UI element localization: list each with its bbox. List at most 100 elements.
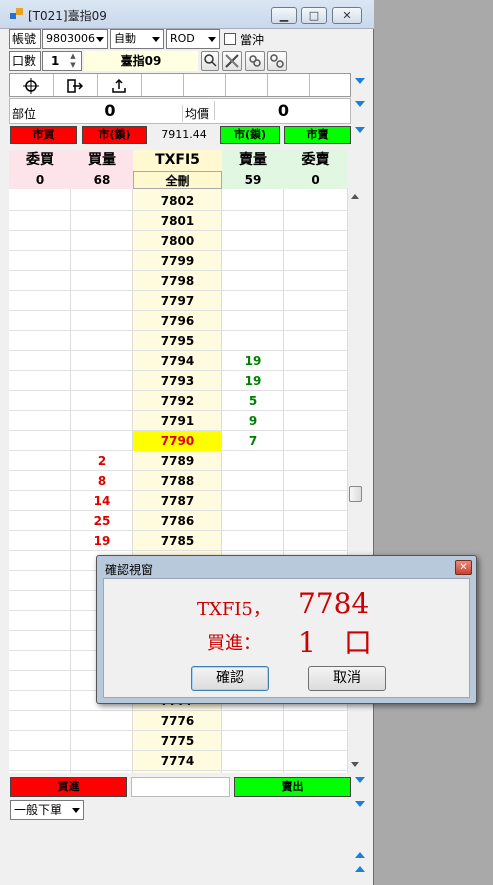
dialog-symbol: TXFI5， bbox=[197, 599, 271, 620]
tool-slot-7[interactable] bbox=[268, 74, 310, 96]
limit-buy-button[interactable]: 市(鎖) bbox=[82, 126, 147, 144]
upload-icon bbox=[112, 78, 126, 93]
cancel-button[interactable]: 取消 bbox=[308, 666, 386, 691]
chevron-down-icon bbox=[152, 37, 160, 42]
collapse-arrow-icon[interactable] bbox=[355, 78, 365, 84]
ladder-row[interactable]: 7791 9 bbox=[9, 411, 347, 431]
ladder-row[interactable]: 7800 bbox=[9, 231, 347, 251]
collapse-arrow-icon[interactable] bbox=[355, 101, 365, 107]
clear-all-button[interactable]: 全刪 bbox=[133, 171, 222, 189]
market-sell-button[interactable]: 市賣 bbox=[284, 126, 351, 144]
search-button[interactable] bbox=[201, 51, 219, 71]
ladder-row[interactable]: 2 7789 bbox=[9, 451, 347, 471]
price-cell[interactable]: 7791 bbox=[133, 411, 222, 431]
scroll-down-icon[interactable] bbox=[351, 762, 359, 767]
chevron-down-icon bbox=[208, 37, 216, 42]
collapse-arrow-icon[interactable] bbox=[355, 777, 365, 783]
ladder-row[interactable]: 19 7785 bbox=[9, 531, 347, 551]
collapse-arrow-icon[interactable] bbox=[355, 801, 365, 807]
price-cell[interactable]: 7793 bbox=[133, 371, 222, 391]
exit-button[interactable] bbox=[54, 74, 98, 96]
ladder-row[interactable]: 7801 bbox=[9, 211, 347, 231]
price-cell[interactable]: 7799 bbox=[133, 251, 222, 271]
price-cell[interactable]: 7802 bbox=[133, 191, 222, 211]
avg-price-value: 0 bbox=[214, 101, 352, 120]
order-kind-select[interactable]: 一般下單 bbox=[10, 800, 84, 820]
expand-arrow-icon[interactable] bbox=[355, 866, 365, 872]
tool-slot-4[interactable] bbox=[142, 74, 184, 96]
ladder-row[interactable]: 7795 bbox=[9, 331, 347, 351]
price-cell[interactable]: 7775 bbox=[133, 731, 222, 751]
ladder-row[interactable]: 25 7786 bbox=[9, 511, 347, 531]
ask-qty-cell: 19 bbox=[244, 374, 262, 388]
account-select[interactable]: 9803006 bbox=[42, 29, 108, 49]
limit-sell-button[interactable]: 市(鎖) bbox=[220, 126, 280, 144]
price-cell[interactable]: 7774 bbox=[133, 751, 222, 771]
tool-slot-6[interactable] bbox=[226, 74, 268, 96]
link-button[interactable] bbox=[245, 51, 265, 71]
daytrade-checkbox[interactable] bbox=[224, 33, 236, 45]
scroll-up-icon[interactable] bbox=[351, 194, 359, 199]
price-cell[interactable]: 7786 bbox=[133, 511, 222, 531]
ladder-row[interactable]: 14 7787 bbox=[9, 491, 347, 511]
bid-qty-cell: 8 bbox=[97, 474, 107, 488]
ladder-row[interactable]: 7794 19 bbox=[9, 351, 347, 371]
upload-button[interactable] bbox=[98, 74, 142, 96]
price-cell[interactable]: 7796 bbox=[133, 311, 222, 331]
ladder-row[interactable]: 8 7788 bbox=[9, 471, 347, 491]
price-cell[interactable]: 7787 bbox=[133, 491, 222, 511]
settings-button[interactable] bbox=[222, 51, 242, 71]
price-cell[interactable]: 7794 bbox=[133, 351, 222, 371]
ladder-row[interactable]: 7802 bbox=[9, 191, 347, 211]
mode-select[interactable]: 自動 bbox=[110, 29, 164, 49]
close-button[interactable]: ✕ bbox=[332, 7, 362, 24]
account-label: 帳號 bbox=[9, 29, 41, 49]
buy-button[interactable]: 買進 bbox=[10, 777, 127, 797]
qty-stepper[interactable]: ▲ ▼ bbox=[66, 52, 80, 70]
price-cell[interactable]: 7785 bbox=[133, 531, 222, 551]
price-input[interactable] bbox=[131, 777, 230, 797]
ladder-row[interactable]: 7797 bbox=[9, 291, 347, 311]
crosshair-button[interactable] bbox=[10, 74, 54, 96]
search-icon bbox=[204, 54, 217, 67]
unlink-button[interactable] bbox=[267, 51, 287, 71]
price-cell[interactable]: 7790 bbox=[133, 431, 222, 451]
ladder-row[interactable]: 7796 bbox=[9, 311, 347, 331]
price-cell[interactable]: 7789 bbox=[133, 451, 222, 471]
dialog-close-button[interactable]: ✕ bbox=[455, 560, 472, 575]
ladder-row[interactable]: 7776 bbox=[9, 711, 347, 731]
ladder-row[interactable]: 7793 19 bbox=[9, 371, 347, 391]
ask-qty-header: 賣量 bbox=[222, 150, 284, 171]
market-buy-button[interactable]: 市買 bbox=[10, 126, 77, 144]
ladder-row[interactable]: 7798 bbox=[9, 271, 347, 291]
minimize-button[interactable]: ▁ bbox=[271, 7, 297, 24]
price-cell[interactable]: 7795 bbox=[133, 331, 222, 351]
product-field[interactable]: 臺指09 bbox=[84, 51, 198, 71]
ladder-row[interactable]: 7775 bbox=[9, 731, 347, 751]
confirm-button[interactable]: 確認 bbox=[191, 666, 269, 691]
ask-order-header: 委賣 bbox=[284, 150, 347, 171]
price-cell[interactable]: 7788 bbox=[133, 471, 222, 491]
dialog-body: TXFI5， 7784 買進： 1 口 確認 取消 bbox=[103, 578, 470, 698]
position-value: 0 bbox=[104, 101, 116, 120]
ladder-row[interactable]: 7790 7 bbox=[9, 431, 347, 451]
price-cell[interactable]: 7797 bbox=[133, 291, 222, 311]
order-type-select[interactable]: ROD bbox=[166, 29, 220, 49]
collapse-arrow-icon[interactable] bbox=[355, 127, 365, 133]
price-cell[interactable]: 7801 bbox=[133, 211, 222, 231]
price-cell[interactable]: 7798 bbox=[133, 271, 222, 291]
price-cell[interactable]: 7776 bbox=[133, 711, 222, 731]
position-panel: 部位 0 均價 0 bbox=[9, 98, 351, 124]
ladder-row[interactable]: 7799 bbox=[9, 251, 347, 271]
crosshair-icon bbox=[23, 78, 39, 94]
tool-slot-5[interactable] bbox=[184, 74, 226, 96]
sell-button[interactable]: 賣出 bbox=[234, 777, 351, 797]
ladder-row[interactable]: 7774 bbox=[9, 751, 347, 771]
price-cell[interactable]: 7792 bbox=[133, 391, 222, 411]
ladder-row[interactable]: 7792 5 bbox=[9, 391, 347, 411]
price-cell[interactable]: 7800 bbox=[133, 231, 222, 251]
chevron-down-icon bbox=[96, 37, 104, 42]
scroll-thumb[interactable] bbox=[349, 486, 362, 502]
maximize-button[interactable]: □ bbox=[301, 7, 327, 24]
expand-arrow-icon[interactable] bbox=[355, 852, 365, 858]
